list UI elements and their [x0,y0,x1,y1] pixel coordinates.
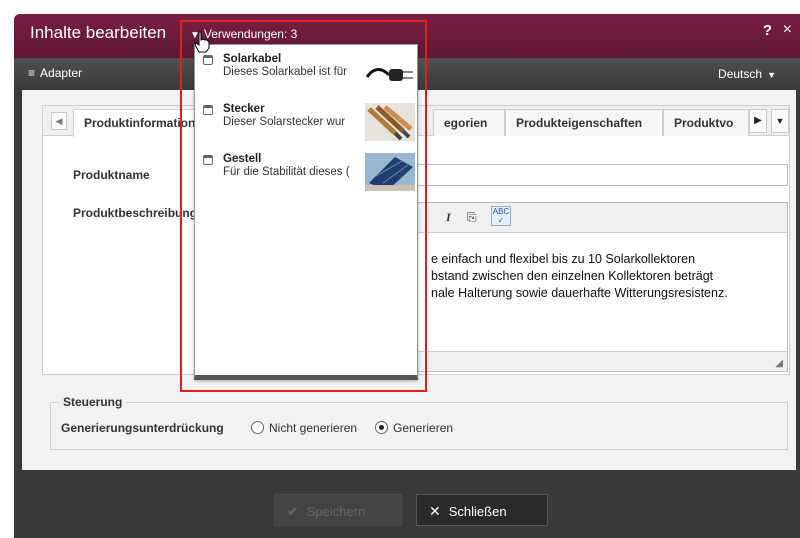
radio-nicht-generieren[interactable] [251,421,264,434]
close-label: Schließen [448,504,507,519]
radio-label-generieren[interactable]: Generieren [393,421,453,435]
language-select[interactable]: Deutsch ▼ [718,67,776,81]
radio-generieren[interactable] [375,421,388,434]
save-button[interactable]: ✔ Speichern [274,494,402,526]
close-button[interactable]: ✕ Schließen [416,494,548,526]
close-icon[interactable]: × [783,21,792,39]
hand-cursor-icon [194,31,210,53]
adapter-label: Adapter [40,66,83,80]
insert-link-button[interactable]: ⎘ [467,210,477,225]
generation-suppression-label: Generierungsunterdrückung [61,421,224,435]
menu-icon: ≡ [28,66,36,80]
help-button[interactable]: ? [763,22,772,39]
language-label: Deutsch [718,67,763,81]
steuerung-fieldset: Steuerung Generierungsunterdrückung Nich… [50,395,788,450]
checkmark-icon: ✔ [287,503,299,519]
save-label: Speichern [306,504,366,519]
highlight-box [180,20,427,392]
description-text[interactable]: e einfach und flexibel bis zu 10 Solarko… [431,251,787,302]
tab-scroll-right-button[interactable]: ▶ [749,109,767,133]
desc-line-1: e einfach und flexibel bis zu 10 Solarko… [431,252,696,266]
dialog-title: Inhalte bearbeiten [30,23,167,42]
desc-line-2: bstand zwischen den einzelnen Kollektore… [431,269,714,283]
spellcheck-button[interactable]: ABC ✓ [491,206,511,226]
tab-list-menu-button[interactable]: ▼ [771,109,789,133]
caret-down-icon: ▼ [767,70,776,80]
tab-produkteigenschaften[interactable]: Produkteigenschaften [505,109,663,136]
tab-produktvorteile[interactable]: Produktvo [663,109,749,136]
steuerung-legend: Steuerung [59,395,127,409]
dialog-footer: ✔ Speichern ✕ Schließen [14,470,800,538]
product-name-label: Produktname [73,168,150,182]
close-icon: ✕ [429,503,441,519]
resize-grip-icon[interactable]: ◢ [775,358,783,369]
adapter-menu[interactable]: ≡ Adapter [28,66,82,80]
product-description-label: Produktbeschreibung [73,206,198,220]
tab-kategorien[interactable]: egorien [433,109,505,136]
desc-line-3: nale Halterung sowie dauerhafte Witterun… [431,286,728,300]
tab-scroll-left-button[interactable]: ◀ [51,112,67,130]
radio-label-nicht-generieren[interactable]: Nicht generieren [269,421,357,435]
italic-button[interactable]: I [446,210,451,225]
